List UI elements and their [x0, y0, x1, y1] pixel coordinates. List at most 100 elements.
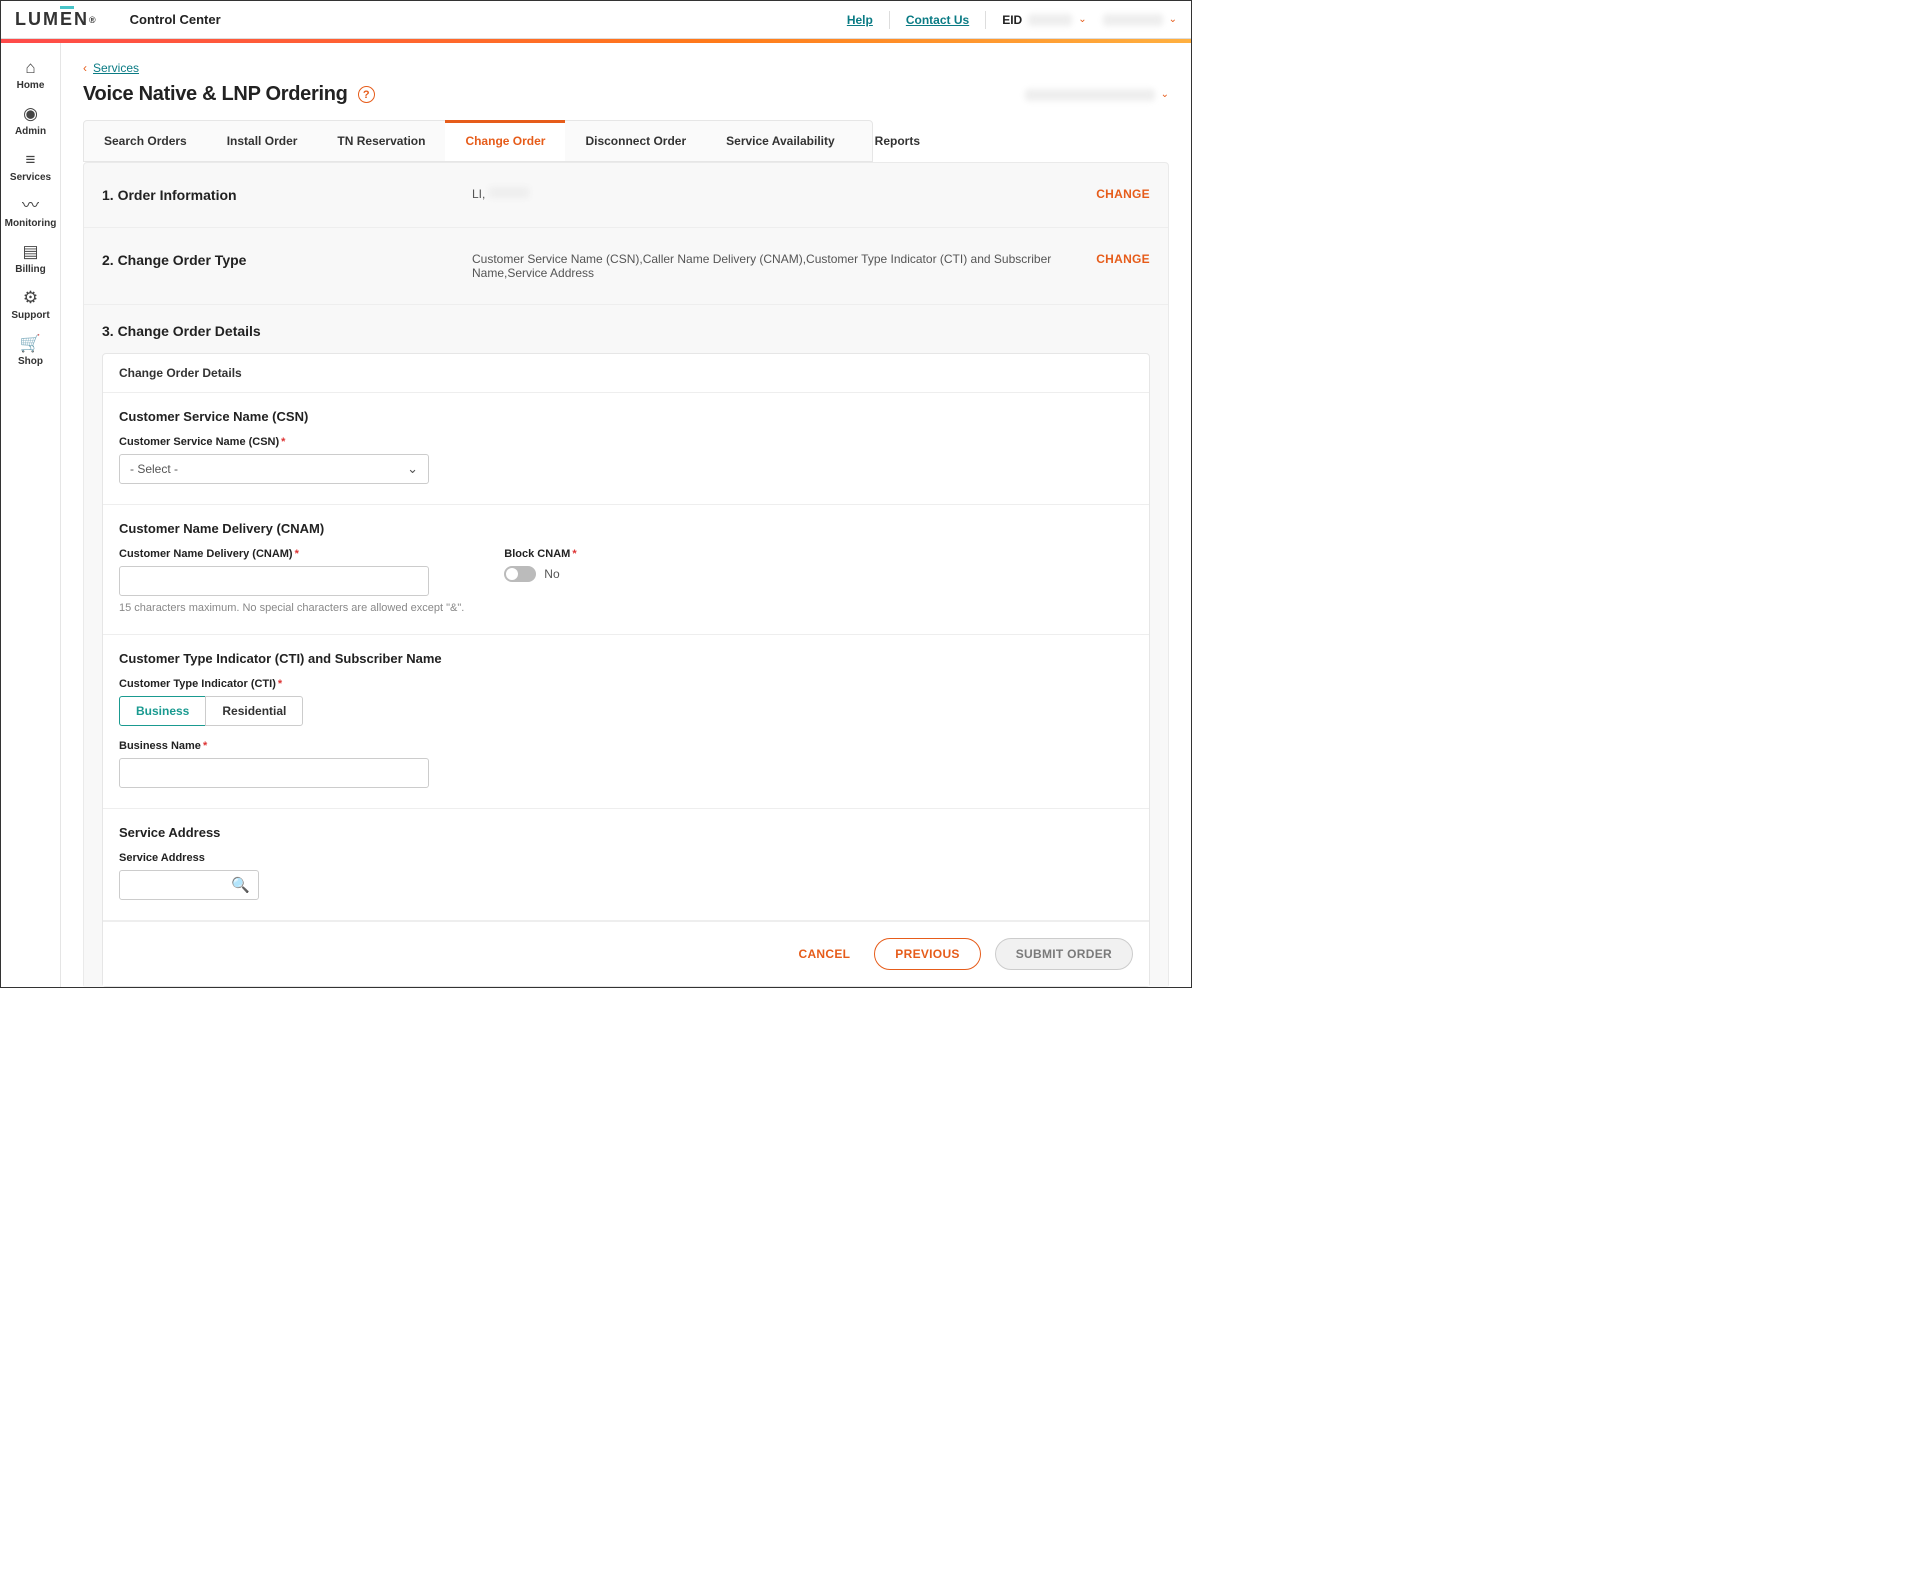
sidebar-item-label: Billing	[15, 264, 46, 275]
sidebar-item-label: Support	[11, 310, 49, 321]
page-title: Voice Native & LNP Ordering ?	[83, 83, 375, 106]
service-address-label: Service Address	[119, 852, 1133, 864]
change-link-order-type[interactable]: CHANGE	[1096, 252, 1150, 266]
sidebar-item-support[interactable]: ⚙ Support	[1, 283, 60, 327]
chevron-down-icon: ⌄	[407, 461, 418, 477]
user-value	[1103, 14, 1163, 26]
sidebar-item-label: Home	[17, 80, 45, 91]
chevron-down-icon: ⌄	[1161, 89, 1169, 100]
label-text: Customer Service Name (CSN)	[119, 436, 279, 448]
sidebar-item-label: Admin	[15, 126, 46, 137]
business-name-label: Business Name*	[119, 740, 1133, 752]
toggle-state-label: No	[544, 567, 559, 581]
breadcrumb: ‹ Services	[83, 61, 1169, 75]
divider	[985, 11, 986, 29]
app-name: Control Center	[130, 12, 221, 27]
invoice-icon: ▤	[22, 243, 38, 260]
block-title: Customer Type Indicator (CTI) and Subscr…	[119, 651, 1133, 666]
back-chevron-icon[interactable]: ‹	[83, 61, 87, 75]
change-link-order-info[interactable]: CHANGE	[1096, 187, 1150, 201]
block-csn: Customer Service Name (CSN) Customer Ser…	[103, 393, 1149, 505]
csn-select[interactable]: - Select - ⌄	[119, 454, 429, 484]
search-icon: 🔍	[231, 876, 250, 894]
required-asterisk: *	[278, 678, 282, 690]
details-card-heading: Change Order Details	[103, 354, 1149, 393]
footer-actions: CANCEL PREVIOUS SUBMIT ORDER	[103, 921, 1149, 986]
cti-option-business[interactable]: Business	[119, 696, 206, 726]
cnam-hint: 15 characters maximum. No special charac…	[119, 602, 464, 614]
section-title: 1. Order Information	[102, 187, 462, 203]
activity-icon: 〰	[22, 197, 39, 214]
cti-field-label: Customer Type Indicator (CTI)*	[119, 678, 1133, 690]
tab-change-order[interactable]: Change Order	[445, 120, 565, 161]
section-value: Customer Service Name (CSN),Caller Name …	[472, 252, 1086, 280]
main-content: ‹ Services Voice Native & LNP Ordering ?…	[61, 43, 1191, 987]
sidebar-item-label: Monitoring	[5, 218, 57, 229]
section-title: 3. Change Order Details	[102, 323, 1150, 339]
cti-segmented: Business Residential	[119, 696, 1133, 726]
list-icon: ≡	[26, 151, 36, 168]
sidebar-item-services[interactable]: ≡ Services	[1, 145, 60, 189]
tab-service-availability[interactable]: Service Availability	[706, 121, 855, 161]
previous-button[interactable]: PREVIOUS	[874, 938, 980, 970]
label-text: Block CNAM	[504, 548, 570, 560]
logo-bar: E	[60, 9, 74, 30]
csn-field-label: Customer Service Name (CSN)*	[119, 436, 1133, 448]
block-cti: Customer Type Indicator (CTI) and Subscr…	[103, 635, 1149, 809]
label-text: Customer Type Indicator (CTI)	[119, 678, 276, 690]
tab-disconnect-order[interactable]: Disconnect Order	[565, 121, 706, 161]
required-asterisk: *	[572, 548, 576, 560]
business-name-input[interactable]	[119, 758, 429, 788]
eid-label: EID	[1002, 13, 1022, 27]
sidebar-item-billing[interactable]: ▤ Billing	[1, 237, 60, 281]
breadcrumb-services-link[interactable]: Services	[93, 61, 139, 75]
tab-search-orders[interactable]: Search Orders	[84, 121, 207, 161]
block-title: Customer Service Name (CSN)	[119, 409, 1133, 424]
eid-selector[interactable]: EID ⌄	[1002, 13, 1086, 27]
chevron-down-icon: ⌄	[1078, 14, 1086, 25]
gear-icon: ⚙	[23, 289, 38, 306]
logo-part: N	[74, 9, 89, 30]
home-icon: ⌂	[25, 59, 35, 76]
submit-order-button[interactable]: SUBMIT ORDER	[995, 938, 1133, 970]
help-link[interactable]: Help	[847, 13, 873, 27]
section-title: 2. Change Order Type	[102, 252, 462, 268]
block-cnam: Customer Name Delivery (CNAM) Customer N…	[103, 505, 1149, 635]
top-header: LUMEN® Control Center Help Contact Us EI…	[1, 1, 1191, 39]
contact-link[interactable]: Contact Us	[906, 13, 969, 27]
select-placeholder: - Select -	[130, 462, 178, 476]
sidebar-item-monitoring[interactable]: 〰 Monitoring	[1, 191, 60, 235]
chevron-down-icon: ⌄	[1169, 14, 1177, 25]
block-title: Service Address	[119, 825, 1133, 840]
tab-reports[interactable]: Reports	[855, 121, 940, 161]
user-selector[interactable]: ⌄	[1103, 14, 1177, 26]
user-icon: ◉	[23, 105, 38, 122]
section-order-information: 1. Order Information LI, CHANGE	[84, 163, 1168, 228]
cancel-button[interactable]: CANCEL	[788, 938, 860, 970]
eid-value	[1028, 14, 1072, 26]
cti-option-residential[interactable]: Residential	[205, 696, 303, 726]
block-service-address: Service Address Service Address 🔍	[103, 809, 1149, 921]
cnam-field-label: Customer Name Delivery (CNAM)*	[119, 548, 464, 560]
tabs: Search Orders Install Order TN Reservati…	[83, 120, 873, 162]
order-card: 1. Order Information LI, CHANGE 2. Chang…	[83, 162, 1169, 987]
section-value: LI,	[472, 187, 1086, 201]
section-change-order-details: 3. Change Order Details Change Order Det…	[84, 305, 1168, 987]
sidebar: ⌂ Home ◉ Admin ≡ Services 〰 Monitoring ▤…	[1, 43, 61, 987]
help-icon[interactable]: ?	[358, 86, 375, 103]
required-asterisk: *	[295, 548, 299, 560]
sidebar-item-shop[interactable]: 🛒 Shop	[1, 329, 60, 373]
cnam-input[interactable]	[119, 566, 429, 596]
tenant-value	[1025, 89, 1155, 101]
block-title: Customer Name Delivery (CNAM)	[119, 521, 1133, 536]
tenant-selector[interactable]: ⌄	[1025, 89, 1169, 101]
block-cnam-toggle[interactable]	[504, 566, 536, 582]
tab-tn-reservation[interactable]: TN Reservation	[317, 121, 445, 161]
sidebar-item-home[interactable]: ⌂ Home	[1, 53, 60, 97]
required-asterisk: *	[203, 740, 207, 752]
sidebar-item-admin[interactable]: ◉ Admin	[1, 99, 60, 143]
label-text: Customer Name Delivery (CNAM)	[119, 548, 293, 560]
logo: LUMEN®	[15, 9, 98, 30]
service-address-search[interactable]: 🔍	[119, 870, 259, 900]
tab-install-order[interactable]: Install Order	[207, 121, 318, 161]
